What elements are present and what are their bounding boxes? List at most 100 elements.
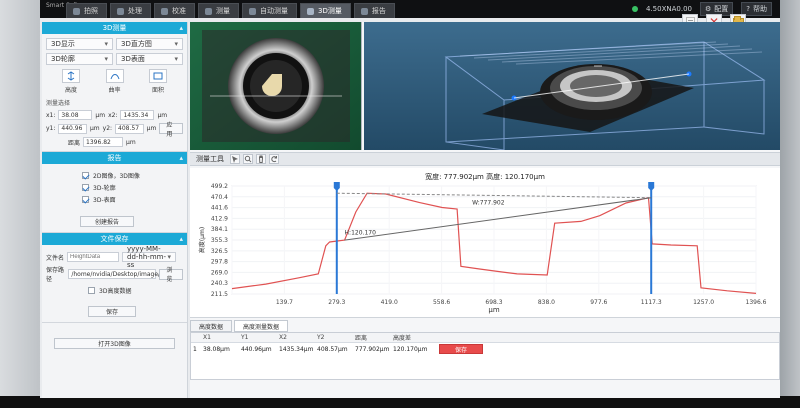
chevron-up-icon[interactable]: ▴ [179,154,183,162]
tab-process[interactable]: 处理 [110,3,151,18]
save-3d-data-option[interactable]: 3D高度数据 [88,286,183,295]
title-bar: Smart Software 拍照 处理 校准 测量 自动测量 3D测量 报告 … [40,0,780,18]
tool-reset[interactable] [269,154,279,164]
header-x1: X1 [203,334,211,341]
tab-label: 自动测量 [260,7,288,15]
distance-field: 1396.82 [83,137,124,147]
tool-area[interactable]: 面积 [139,69,177,94]
report-option-profile[interactable]: 3D-轮廓 [82,183,183,192]
tab-report[interactable]: 报告 [353,3,395,18]
tab-height-data[interactable]: 高度数据 [190,320,233,332]
chart-svg: H:120.170 W:777.902 211.5 240.3 269.0 297.8 3… [198,182,767,314]
top-tabs: 拍照 处理 校准 测量 自动测量 3D测量 报告 [66,3,395,18]
reset-icon [271,156,277,163]
option-label: 3D-轮廓 [93,185,116,192]
height-icon-svg [67,71,75,81]
dropdown-label: 3D直方图 [121,40,152,48]
tab-photo[interactable]: 拍照 [66,3,107,18]
tool-icons: 高度 曲率 面积 [46,65,183,96]
file-name-suffix-dropdown[interactable]: yyyy-MM-dd-hh-mm-ss ▾ [122,245,177,269]
measurement-tools [230,154,279,164]
report-option-2d3d[interactable]: 2D图像，3D图像 [82,171,183,180]
tool-label: 高度 [64,87,77,94]
x2-field[interactable]: 1435.34 [120,110,155,120]
screen: Smart Software 拍照 处理 校准 测量 自动测量 3D测量 报告 … [0,0,800,408]
save-path-value: /home/nvidia/Desktop/image/3D [71,270,169,278]
open-3d-button[interactable]: 打开3D图像 [54,338,175,349]
checkbox[interactable] [88,287,95,294]
x-tick-label: 279.3 [328,299,345,306]
tab-3d-measure[interactable]: 3D测量 [300,3,351,18]
header-distance: 距离 [355,335,368,342]
measure-select-label: 测量选择 [46,100,71,107]
camera-icon [73,7,80,15]
create-report-wrap: 创建报告 [80,209,183,228]
view-3d[interactable] [364,22,780,150]
view-2d[interactable] [190,22,362,150]
coord-row-2: y1: 440.96 μm y2: 408.57 μm 应用 [46,122,183,138]
microscope-2d-image [190,22,361,150]
curvature-icon [105,69,124,83]
y-tick-label: 240.3 [211,280,228,287]
save-button[interactable]: 保存 [88,306,136,317]
lens-readout: 4.50XNA0.00 [646,5,692,13]
chevron-down-icon: ▾ [104,40,108,48]
tool-trash[interactable] [256,154,266,164]
checkbox[interactable] [82,172,89,179]
report-option-surface[interactable]: 3D-表面 [82,195,183,204]
header-y2: Y2 [317,334,325,341]
suffix-value: yyyy-MM-dd-hh-mm-ss [127,245,166,269]
tool-height[interactable]: 高度 [52,69,90,94]
tool-zoom[interactable] [243,154,253,164]
file-name-row: 文件名 yyyy-MM-dd-hh-mm-ss▾ [46,245,183,269]
row-index: 1 [193,345,197,353]
section-report: 报告 ▴ [42,152,187,164]
tool-cursor[interactable] [230,154,240,164]
y-tick-label: 499.2 [211,183,228,190]
checkbox[interactable] [82,184,89,191]
tab-auto-measure[interactable]: 自动测量 [242,3,297,18]
open-3d-wrap: 打开3D图像 [42,323,187,358]
profile-chart[interactable]: 宽度: 777.902μm 高度: 120.170μm H:120.170 W:7… [190,168,780,318]
apply-button[interactable]: 应用 [159,122,183,138]
chevron-up-icon[interactable]: ▴ [179,24,183,32]
save-wrap: 保存 [88,299,183,318]
save-path-field[interactable]: /home/nvidia/Desktop/image/3D [68,269,169,279]
tab-height-measure-data[interactable]: 高度测量数据 [234,320,289,332]
y2-field[interactable]: 408.57 [115,123,144,134]
dropdown-label: 3D显示 [51,40,75,48]
dropdown-label: 3D轮廓 [51,55,75,63]
x1-field[interactable]: 38.08 [58,110,93,120]
tab-calibrate[interactable]: 校准 [154,3,195,18]
browse-button[interactable]: 浏览 [159,267,183,283]
dropdown-3d-histogram[interactable]: 3D直方图 ▾ [116,38,183,50]
tab-label: 3D测量 [318,7,342,15]
tab-measure[interactable]: 测量 [198,3,239,18]
y-tick-label: 297.8 [211,259,228,266]
y-tick-label: 384.1 [211,226,228,233]
header-y1: Y1 [241,334,249,341]
create-report-button[interactable]: 创建报告 [80,216,134,227]
y1-field[interactable]: 440.96 [58,123,87,134]
x1-unit: μm [95,111,106,119]
dropdown-3d-display[interactable]: 3D显示 ▾ [46,38,113,50]
file-name-input[interactable] [67,252,120,262]
area-icon-svg [153,72,163,80]
x-axis-label: μm [488,306,499,314]
zoom-icon [244,155,252,163]
distance-unit: μm [126,138,136,146]
chevron-up-icon[interactable]: ▴ [179,235,183,243]
x-tick-label: 698.3 [485,299,502,306]
tool-curvature[interactable]: 曲率 [96,69,134,94]
y2-label: y2: [102,125,113,132]
save-path-label: 保存路径 [46,267,65,283]
checkbox[interactable] [82,196,89,203]
connected-status-icon [632,6,638,12]
tab-label: 处理 [128,7,142,15]
row-save-button[interactable]: 保存 [439,344,483,354]
y-axis-label: 高度(μm) [198,227,206,253]
dropdown-3d-profile[interactable]: 3D轮廓 ▾ [46,53,113,65]
x1-label: x1: [46,111,56,119]
y-tick-label: 326.5 [211,248,228,255]
dropdown-3d-surface[interactable]: 3D表面 ▾ [116,53,183,65]
